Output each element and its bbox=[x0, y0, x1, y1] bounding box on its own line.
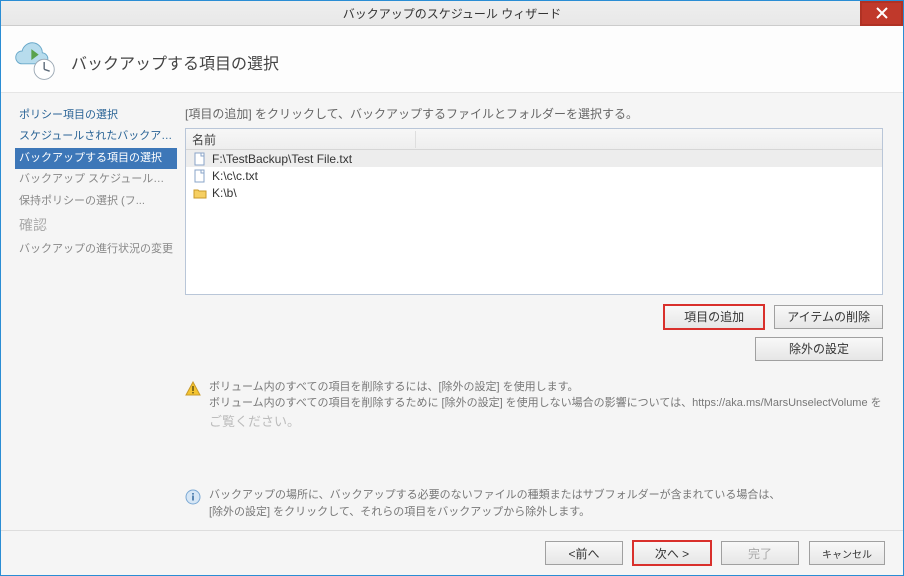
close-icon bbox=[876, 7, 888, 19]
step-schedule: バックアップ スケジュールの選択... bbox=[15, 169, 177, 190]
step-progress: バックアップの進行状況の変更 bbox=[15, 239, 177, 260]
list-item[interactable]: K:\b\ bbox=[186, 184, 882, 201]
item-path: F:\TestBackup\Test File.txt bbox=[212, 152, 352, 166]
instruction-text: [項目の追加] をクリックして、バックアップするファイルとフォルダーを選択する。 bbox=[185, 105, 883, 122]
next-button[interactable]: 次へ > bbox=[633, 541, 711, 565]
warning-icon bbox=[185, 381, 201, 397]
cancel-button[interactable]: キャンセル bbox=[809, 541, 885, 565]
list-rows: F:\TestBackup\Test File.txt K:\c\c.txt K… bbox=[186, 150, 882, 294]
items-listbox[interactable]: 名前 F:\TestBackup\Test File.txt K:\c\c.tx… bbox=[185, 128, 883, 295]
page-title: バックアップする項目の選択 bbox=[71, 50, 279, 74]
list-item[interactable]: K:\c\c.txt bbox=[186, 167, 882, 184]
step-retention: 保持ポリシーの選択 (フ... bbox=[15, 191, 177, 212]
file-icon bbox=[192, 152, 208, 166]
info-icon bbox=[185, 489, 201, 505]
wizard-steps: ポリシー項目の選択 スケジュールされたバックアップの... バックアップする項目… bbox=[1, 93, 181, 530]
titlebar: バックアップのスケジュール ウィザード bbox=[1, 1, 903, 26]
body: ポリシー項目の選択 スケジュールされたバックアップの... バックアップする項目… bbox=[1, 93, 903, 530]
add-items-button[interactable]: 項目の追加 bbox=[664, 305, 764, 329]
window-title: バックアップのスケジュール ウィザード bbox=[343, 5, 562, 22]
back-button[interactable]: <前へ bbox=[545, 541, 623, 565]
step-scheduled-backup[interactable]: スケジュールされたバックアップの... bbox=[15, 126, 177, 147]
main-panel: [項目の追加] をクリックして、バックアップするファイルとフォルダーを選択する。… bbox=[181, 93, 903, 530]
info-text: バックアップの場所に、バックアップする必要のないファイルの種類またはサブフォルダ… bbox=[209, 487, 780, 520]
file-icon bbox=[192, 169, 208, 183]
finish-button: 完了 bbox=[721, 541, 799, 565]
close-button[interactable] bbox=[860, 1, 903, 26]
warning-note: ボリューム内のすべての項目を削除するには、[除外の設定] を使用します。 ボリュ… bbox=[185, 379, 883, 432]
item-path: K:\b\ bbox=[212, 186, 237, 200]
info-note: バックアップの場所に、バックアップする必要のないファイルの種類またはサブフォルダ… bbox=[185, 487, 883, 520]
folder-icon bbox=[192, 186, 208, 200]
wizard-footer: <前へ 次へ > 完了 キャンセル bbox=[1, 530, 903, 575]
step-select-items[interactable]: バックアップする項目の選択 bbox=[15, 148, 177, 169]
item-buttons-row: 項目の追加 アイテムの削除 bbox=[185, 305, 883, 329]
header: バックアップする項目の選択 bbox=[1, 26, 903, 93]
wizard-window: バックアップのスケジュール ウィザード バックアップする項目の選択 ポリシー項目… bbox=[0, 0, 904, 576]
exclusion-button-row: 除外の設定 bbox=[185, 337, 883, 361]
warning-text: ボリューム内のすべての項目を削除するには、[除外の設定] を使用します。 ボリュ… bbox=[209, 379, 882, 432]
exclusion-settings-button[interactable]: 除外の設定 bbox=[755, 337, 883, 361]
step-confirm: 確認 bbox=[15, 212, 177, 239]
step-policy[interactable]: ポリシー項目の選択 bbox=[15, 105, 177, 126]
backup-schedule-icon bbox=[13, 40, 57, 84]
remove-items-button[interactable]: アイテムの削除 bbox=[774, 305, 883, 329]
item-path: K:\c\c.txt bbox=[212, 169, 258, 183]
list-header: 名前 bbox=[186, 129, 882, 150]
list-item[interactable]: F:\TestBackup\Test File.txt bbox=[186, 150, 882, 167]
column-name[interactable]: 名前 bbox=[186, 131, 416, 148]
